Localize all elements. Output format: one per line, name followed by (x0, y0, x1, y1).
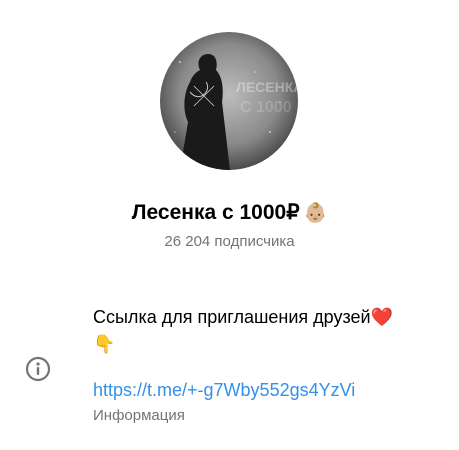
avatar-image: ЛЕСЕНКА С 1000 (160, 32, 298, 170)
info-section: Ссылка для приглашения друзей❤️ 👇 https:… (93, 304, 443, 424)
channel-title: Лесенка с 1000₽ (131, 201, 300, 224)
description-text: Ссылка для приглашения друзей (93, 307, 371, 327)
heart-emoji-icon: ❤️ (370, 307, 394, 327)
info-circle-icon (25, 356, 51, 382)
point-down-emoji-icon: 👇 (93, 334, 116, 354)
invite-link[interactable]: https://t.me/+-g7Wby552gs4YzVi (93, 380, 443, 401)
channel-avatar[interactable]: ЛЕСЕНКА С 1000 (160, 32, 298, 170)
avatar-watermark-text: ЛЕСЕНКА (236, 79, 298, 95)
info-label: Информация (93, 407, 185, 424)
channel-description: Ссылка для приглашения друзей❤️ 👇 (93, 304, 443, 358)
baby-emoji-icon: 👶🏼 (303, 203, 328, 224)
svg-text:С 1000: С 1000 (240, 99, 292, 116)
channel-profile: ЛЕСЕНКА С 1000 Лесенка с 1000₽ 👶🏼 26 204 … (0, 0, 459, 450)
channel-title-row: Лесенка с 1000₽ 👶🏼 (0, 200, 459, 225)
subscriber-count: 26 204 подписчика (164, 233, 295, 250)
